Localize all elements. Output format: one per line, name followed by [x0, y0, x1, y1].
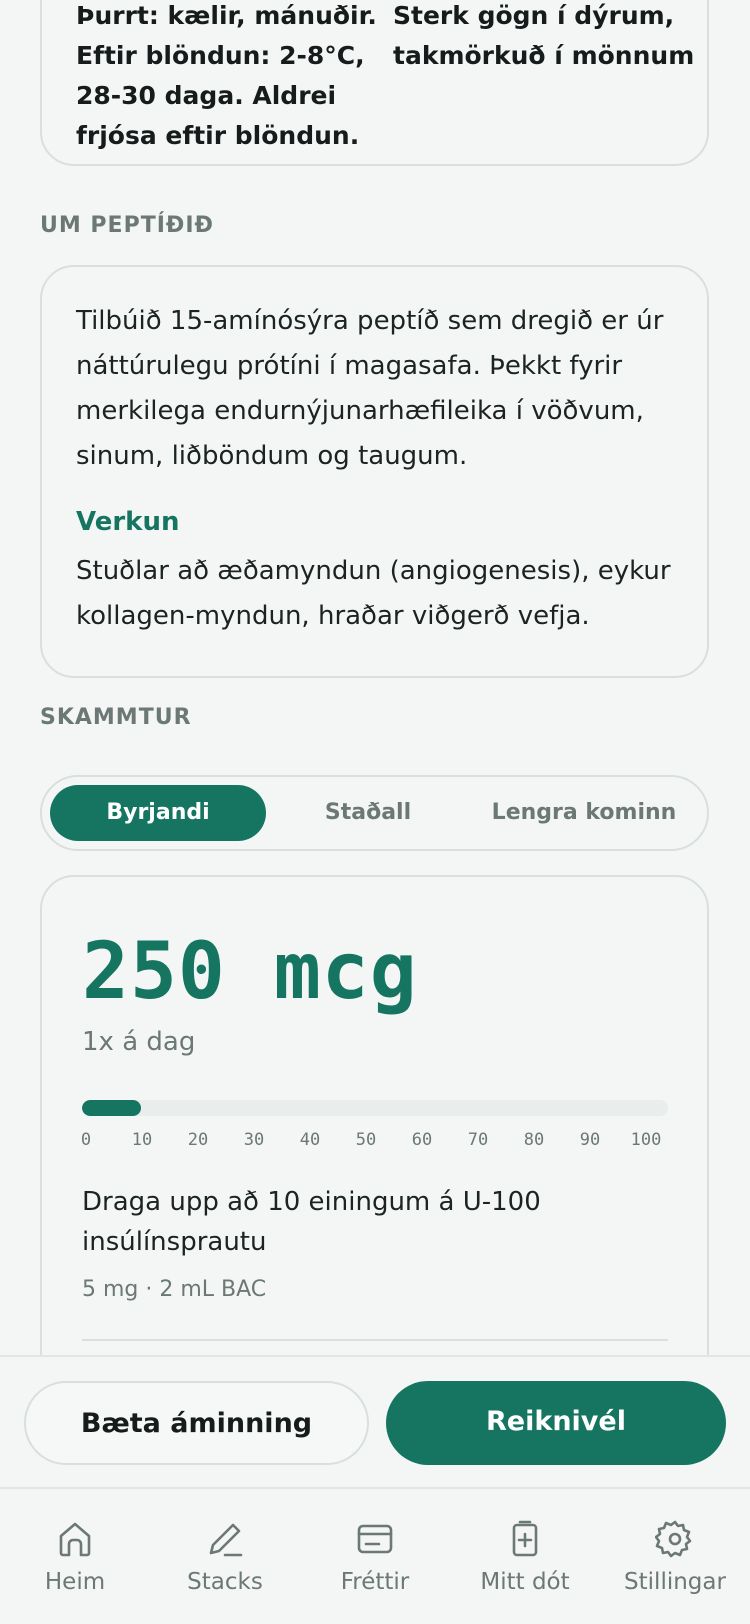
syringe-scale-ticks: 0 10 20 30 40 50 60 70 80 90 100	[80, 1130, 668, 1152]
dose-card: 250 mcg 1x á dag 0 10 20 30 40 50 60 70 80 90 100 …	[40, 875, 709, 1355]
action-bar: Bæta áminning Reiknivél	[0, 1355, 750, 1487]
scale-tick-label: 0	[80, 1130, 92, 1150]
calculator-button[interactable]: Reiknivél	[386, 1381, 726, 1465]
dosage-option-advanced[interactable]: Lengra kominn	[468, 785, 700, 841]
scale-tick-label: 20	[187, 1130, 209, 1150]
scale-tick-label: 50	[355, 1130, 377, 1150]
scale-tick-label: 90	[579, 1130, 601, 1150]
tab-my-stuff[interactable]: Mitt dót	[450, 1489, 600, 1624]
scale-tick-label: 80	[523, 1130, 545, 1150]
news-card-icon	[357, 1524, 393, 1554]
about-card: Tilbúið 15-amínósýra peptíð sem dregið e…	[40, 265, 709, 678]
draw-instruction: Draga upp að 10 einingum á U-100 insúlín…	[82, 1187, 541, 1257]
divider	[82, 1339, 668, 1341]
bottom-tab-bar: Heim Stacks Fréttir Mitt dót Stillingar	[0, 1487, 750, 1624]
scale-tick-label: 60	[411, 1130, 433, 1150]
syringe-scale-fill	[82, 1100, 141, 1116]
scale-tick-label: 30	[243, 1130, 265, 1150]
dosage-level-selector: Byrjandi Staðall Lengra kominn	[40, 775, 709, 851]
gear-icon	[655, 1520, 692, 1558]
effect-heading: Verkun	[76, 507, 180, 537]
dosage-section-label: SKAMMTUR	[40, 705, 192, 730]
vial-info: 5 mg · 2 mL BAC	[82, 1277, 267, 1302]
about-section-label: UM PEPTÍÐIÐ	[40, 213, 214, 238]
scale-tick-label: 40	[299, 1130, 321, 1150]
scale-tick-label: 70	[467, 1130, 489, 1150]
tab-settings[interactable]: Stillingar	[600, 1489, 750, 1624]
add-reminder-button[interactable]: Bæta áminning	[24, 1381, 369, 1465]
scale-tick-label: 100	[630, 1130, 662, 1150]
syringe-scale-track	[82, 1100, 668, 1116]
dosage-option-beginner[interactable]: Byrjandi	[50, 785, 266, 841]
content-scroll[interactable]: Þurrt: kælir, mánuðir. Eftir blöndun: 2-…	[0, 0, 750, 1355]
storage-dry-info: Þurrt: kælir, mánuðir. Eftir blöndun: 2-…	[76, 1, 377, 150]
peptide-description: Tilbúið 15-amínósýra peptíð sem dregið e…	[76, 306, 664, 471]
dose-frequency: 1x á dag	[82, 1027, 196, 1057]
vial-plus-icon	[512, 1520, 538, 1557]
effect-description: Stuðlar að æðamyndun (angiogenesis), eyk…	[76, 556, 671, 631]
tab-news[interactable]: Fréttir	[300, 1489, 450, 1624]
dose-amount: 250 mcg	[82, 927, 418, 1017]
pencil-icon	[209, 1523, 243, 1557]
home-icon	[59, 1522, 91, 1557]
tab-stacks[interactable]: Stacks	[150, 1489, 300, 1624]
dosage-option-standard[interactable]: Staðall	[278, 785, 458, 841]
scale-tick-label: 10	[131, 1130, 153, 1150]
storage-evidence-info: Sterk gögn í dýrum, takmörkuð í mönnum	[393, 1, 695, 70]
tab-home[interactable]: Heim	[0, 1489, 150, 1624]
storage-card: Þurrt: kælir, mánuðir. Eftir blöndun: 2-…	[40, 0, 709, 166]
